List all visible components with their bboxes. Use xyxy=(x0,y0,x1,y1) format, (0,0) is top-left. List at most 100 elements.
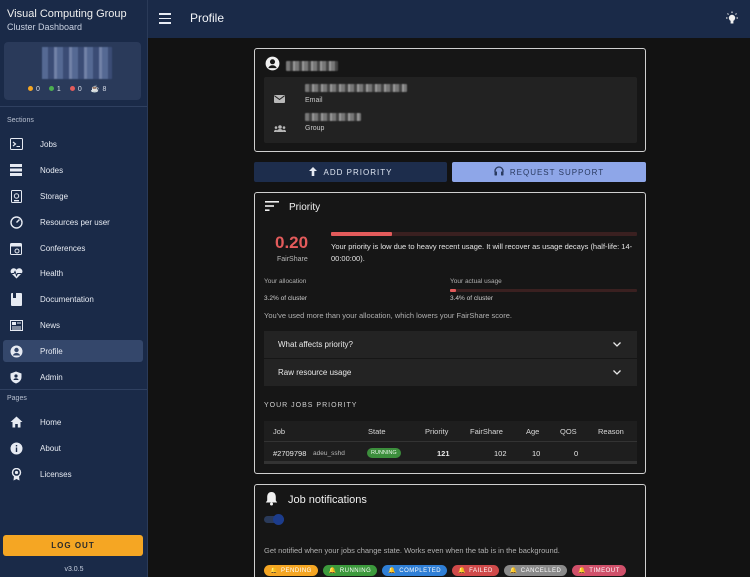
sidebar-item-resources-per-user[interactable]: Resources per user xyxy=(3,211,143,233)
sidebar-item-home[interactable]: Home xyxy=(3,411,143,433)
table-scrollbar[interactable] xyxy=(264,461,637,464)
notifications-card: Job notifications Get notified when your… xyxy=(254,484,646,577)
column-header: Job xyxy=(273,427,286,436)
sidebar-item-label: Conferences xyxy=(40,243,86,253)
sidebar-item-licenses[interactable]: Licenses xyxy=(3,463,143,485)
profile-details: Email Group xyxy=(264,77,637,143)
sidebar-item-storage[interactable]: Storage xyxy=(3,185,143,207)
sidebar-item-label: Storage xyxy=(40,191,69,201)
accordion-what-affects-priority[interactable]: What affects priority? xyxy=(264,331,637,358)
job-status-counts: 0 1 0 ☕ 8 xyxy=(28,85,106,93)
sidebar-item-admin[interactable]: Admin xyxy=(3,366,143,388)
jobs-priority-title: YOUR JOBS PRIORITY xyxy=(264,402,358,409)
job-qos: 0 xyxy=(574,449,579,458)
chip-cancelled[interactable]: 🔔 CANCELLED xyxy=(503,565,568,576)
add-priority-button[interactable]: ADD PRIORITY xyxy=(254,162,447,182)
bell-icon: 🔔 xyxy=(388,568,397,574)
sidebar-item-label: Home xyxy=(40,417,62,427)
chip-timeout[interactable]: 🔔 TIMEOUT xyxy=(572,565,626,576)
brand-subtitle: Cluster Dashboard xyxy=(7,22,83,32)
request-support-button[interactable]: REQUEST SUPPORT xyxy=(452,162,646,182)
sidebar-item-health[interactable]: Health xyxy=(3,262,143,284)
page-title: Profile xyxy=(190,11,225,25)
sidebar-item-nodes[interactable]: Nodes xyxy=(3,159,143,181)
arrow-up-icon xyxy=(308,166,317,178)
accordion-raw-resource-usage[interactable]: Raw resource usage xyxy=(264,359,637,386)
column-header: FairShare xyxy=(470,427,503,436)
headset-icon xyxy=(494,166,504,178)
sidebar-item-documentation[interactable]: Documentation xyxy=(3,288,143,310)
divider xyxy=(0,106,147,107)
bell-icon xyxy=(265,491,278,509)
chip-failed[interactable]: 🔔 FAILED xyxy=(452,565,499,576)
logout-button[interactable]: LOG OUT xyxy=(3,535,143,556)
priority-note: You've used more than your allocation, w… xyxy=(264,311,512,320)
lightbulb-icon[interactable] xyxy=(725,11,739,27)
fairshare-score: 0.20 xyxy=(275,233,309,252)
notifications-toggle[interactable] xyxy=(264,514,284,525)
priority-header: Priority xyxy=(265,201,320,214)
speedometer-icon xyxy=(9,215,23,229)
sidebar: Visual Computing Group Cluster Dashboard… xyxy=(0,0,148,577)
sidebar-item-profile[interactable]: Profile xyxy=(3,340,143,362)
sidebar-item-label: Health xyxy=(40,268,64,278)
job-age: 10 xyxy=(532,449,541,458)
state-chips: 🔔 PENDING 🔔 RUNNING 🔔 COMPLETED 🔔 FAILED 🔔 CA… xyxy=(264,565,626,576)
notifications-header: Job notifications xyxy=(265,491,367,509)
email-icon xyxy=(274,90,285,108)
chip-completed[interactable]: 🔔 COMPLETED xyxy=(382,565,448,576)
notifications-title: Job notifications xyxy=(288,494,367,506)
account-circle-icon xyxy=(9,344,23,358)
sidebar-item-label: Nodes xyxy=(40,165,64,175)
column-header: QOS xyxy=(560,427,577,436)
sidebar-item-about[interactable]: About xyxy=(3,437,143,459)
calendar-icon xyxy=(9,241,23,255)
status-badge: RUNNING xyxy=(367,448,401,458)
book-icon xyxy=(9,292,23,306)
home-icon xyxy=(9,415,23,429)
main-content: Email Group ADD PRIORITY REQUEST SUPPORT… xyxy=(148,38,750,577)
brand: Visual Computing Group Cluster Dashboard xyxy=(0,0,147,38)
chip-running[interactable]: 🔔 RUNNING xyxy=(322,565,378,576)
topbar: Profile xyxy=(148,0,750,38)
account-circle-icon xyxy=(265,56,280,76)
sidebar-item-conferences[interactable]: Conferences xyxy=(3,237,143,259)
bell-icon: 🔔 xyxy=(509,568,518,574)
job-name: adeu_sshd xyxy=(313,450,345,457)
sidebar-item-label: News xyxy=(40,320,61,330)
group-icon xyxy=(273,119,287,137)
column-header: State xyxy=(368,427,386,436)
sidebar-item-label: Documentation xyxy=(40,294,94,304)
sidebar-item-label: Admin xyxy=(40,372,63,382)
sidebar-item-label: Licenses xyxy=(40,469,72,479)
sidebar-item-news[interactable]: News xyxy=(3,314,143,336)
menu-icon[interactable] xyxy=(159,13,171,24)
avatar xyxy=(42,47,112,79)
email-redacted xyxy=(305,84,407,92)
user-card[interactable]: 0 1 0 ☕ 8 xyxy=(4,42,141,100)
priority-message: Your priority is low due to heavy recent… xyxy=(331,242,633,263)
version: v3.0.5 xyxy=(64,566,84,573)
allocation-value: 3.2% of cluster xyxy=(264,295,307,302)
jobs-priority-table: Job State Priority FairShare Age QOS Rea… xyxy=(264,421,637,464)
newspaper-icon xyxy=(9,318,23,332)
notifications-description: Get notified when your jobs change state… xyxy=(264,546,560,555)
server-icon xyxy=(9,163,23,177)
sidebar-item-jobs[interactable]: Jobs xyxy=(3,133,143,155)
storage-icon xyxy=(9,189,23,203)
group-redacted xyxy=(305,113,361,121)
license-icon xyxy=(9,467,23,481)
coffee-icon: ☕ xyxy=(90,86,100,93)
divider xyxy=(0,389,147,390)
actual-usage-label: Your actual usage xyxy=(450,278,502,285)
chip-pending[interactable]: 🔔 PENDING xyxy=(264,565,318,576)
sidebar-item-label: Resources per user xyxy=(40,217,110,227)
pages-label: Pages xyxy=(7,395,27,402)
terminal-icon xyxy=(9,137,23,151)
failed-count: 0 xyxy=(69,86,82,93)
job-fairshare: 102 xyxy=(494,449,507,458)
sidebar-item-label: About xyxy=(40,443,61,453)
bell-icon: 🔔 xyxy=(458,568,467,574)
column-header: Reason xyxy=(598,427,624,436)
allocation-label: Your allocation xyxy=(264,278,307,285)
